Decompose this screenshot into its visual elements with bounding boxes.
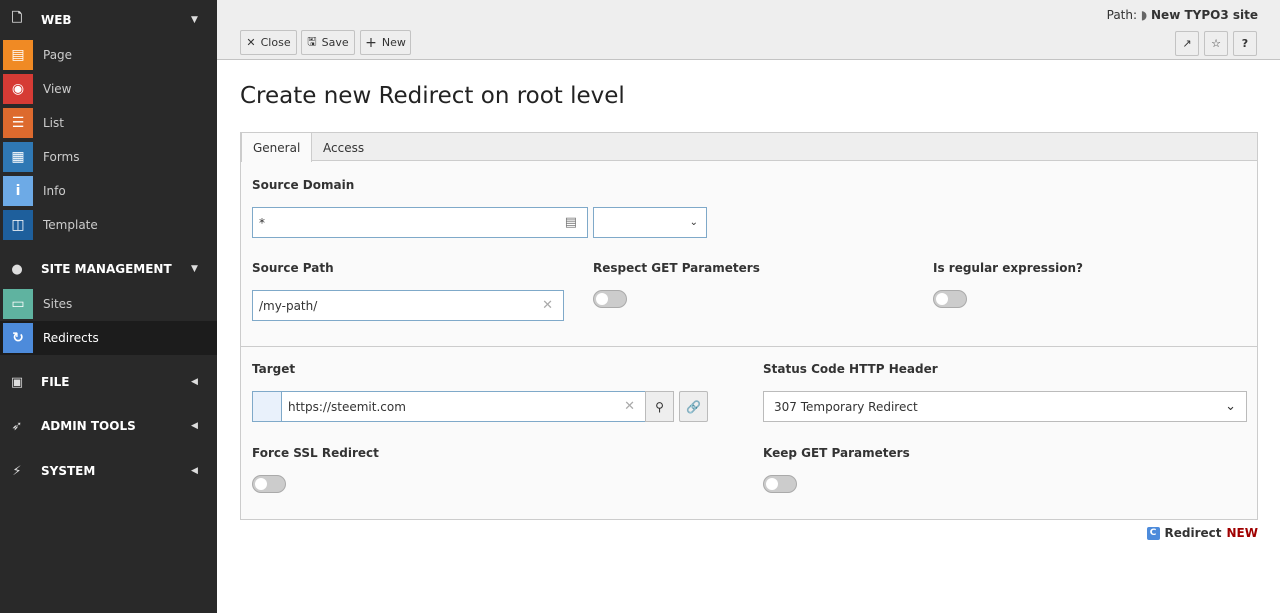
clear-icon[interactable]: ✕ xyxy=(624,399,635,414)
docheader: Path: ◗ New TYPO3 site ✕ Close 🖫 Save + New… xyxy=(217,0,1280,60)
group-system[interactable]: ⚡ SYSTEM ◀ xyxy=(0,454,217,488)
regex-label: Is regular expression? xyxy=(933,261,1083,275)
close-button[interactable]: ✕ Close xyxy=(240,30,297,55)
force-ssl-label: Force SSL Redirect xyxy=(252,446,379,460)
caret-down-icon: ▼ xyxy=(191,15,198,25)
bookmark-button[interactable]: ☆ xyxy=(1204,31,1228,56)
sidebar-item-redirects[interactable]: ↻ Redirects xyxy=(0,321,217,355)
explain-link-button[interactable]: ⚲ xyxy=(645,391,674,422)
regex-toggle[interactable] xyxy=(933,290,967,308)
group-admin-tools[interactable]: ➶ ADMIN TOOLS ◀ xyxy=(0,409,217,443)
tab-bar: General Access xyxy=(241,133,1257,162)
value-picker-icon[interactable]: ▤ xyxy=(565,215,577,230)
respect-get-label: Respect GET Parameters xyxy=(593,261,760,275)
open-new-window-button[interactable]: ↗ xyxy=(1175,31,1199,56)
source-path-label: Source Path xyxy=(252,261,334,275)
link-browser-button[interactable]: 🔗 xyxy=(679,391,708,422)
rocket-icon: ➶ xyxy=(11,418,23,434)
chevron-down-icon: ⌄ xyxy=(1225,399,1236,414)
status-code-label: Status Code HTTP Header xyxy=(763,362,938,376)
source-domain-input[interactable]: * ▤ xyxy=(252,207,588,238)
list-icon: ☰ xyxy=(3,108,33,138)
record-info: C Redirect NEW xyxy=(1146,526,1258,540)
typo3-logo-icon: ◗ xyxy=(1140,8,1148,22)
tab-access[interactable]: Access xyxy=(312,133,375,162)
sidebar-item-forms[interactable]: ▦ Forms xyxy=(0,140,217,174)
sidebar-item-list[interactable]: ☰ List xyxy=(0,106,217,140)
sidebar-item-info[interactable]: i Info xyxy=(0,174,217,208)
module-menu: 🗋 WEB ▼ ▤ Page ◉ View ☰ List ▦ Forms i Info ◫ Te… xyxy=(0,0,217,613)
link-type-indicator xyxy=(252,391,282,422)
group-site-management[interactable]: ● SITE MANAGEMENT ▼ xyxy=(0,252,217,286)
sidebar-item-view[interactable]: ◉ View xyxy=(0,72,217,106)
eye-icon: ◉ xyxy=(3,74,33,104)
section-divider xyxy=(241,346,1257,347)
target-label: Target xyxy=(252,362,296,376)
sites-icon: ▭ xyxy=(3,289,33,319)
save-icon: 🖫 xyxy=(307,35,317,48)
link-explain-icon: ⚲ xyxy=(655,399,664,414)
clear-icon[interactable]: ✕ xyxy=(542,298,553,313)
help-button[interactable]: ? xyxy=(1233,31,1257,56)
new-badge: NEW xyxy=(1226,526,1258,540)
page-title: Create new Redirect on root level xyxy=(240,83,625,109)
record-form: General Access Source Domain * ▤ ⌄ Source… xyxy=(240,132,1258,520)
target-input[interactable]: https://steemit.com ✕ xyxy=(281,391,646,422)
help-icon: ? xyxy=(1241,37,1249,50)
image-icon: ▣ xyxy=(10,374,24,390)
sidebar-item-page[interactable]: ▤ Page xyxy=(0,38,217,72)
source-path-input[interactable]: /my-path/✕ xyxy=(252,290,564,321)
redirect-icon: ↻ xyxy=(3,323,33,353)
plus-icon: + xyxy=(365,34,377,51)
new-button[interactable]: + New xyxy=(360,30,411,55)
caret-down-icon: ▼ xyxy=(191,264,198,274)
chevron-down-icon: ⌄ xyxy=(689,217,698,228)
info-icon: i xyxy=(3,176,33,206)
file-icon: 🗋 xyxy=(11,11,23,26)
tab-general[interactable]: General xyxy=(241,133,313,162)
redirect-icon: C xyxy=(1146,526,1160,540)
caret-left-icon: ◀ xyxy=(191,421,198,431)
link-icon: 🔗 xyxy=(686,399,701,414)
breadcrumb: Path: ◗ New TYPO3 site xyxy=(1106,8,1258,22)
keep-get-label: Keep GET Parameters xyxy=(763,446,910,460)
page-icon: ▤ xyxy=(3,40,33,70)
sidebar-item-sites[interactable]: ▭ Sites xyxy=(0,287,217,321)
sidebar-item-template[interactable]: ◫ Template xyxy=(0,208,217,242)
source-domain-select[interactable]: ⌄ xyxy=(593,207,707,238)
source-domain-label: Source Domain xyxy=(252,178,355,192)
status-code-select[interactable]: 307 Temporary Redirect ⌄ xyxy=(763,391,1247,422)
caret-left-icon: ◀ xyxy=(191,377,198,387)
respect-get-toggle[interactable] xyxy=(593,290,627,308)
keep-get-toggle[interactable] xyxy=(763,475,797,493)
globe-icon: ● xyxy=(11,261,23,277)
star-icon: ☆ xyxy=(1211,37,1221,50)
force-ssl-toggle[interactable] xyxy=(252,475,286,493)
plug-icon: ⚡ xyxy=(12,463,22,479)
caret-left-icon: ◀ xyxy=(191,466,198,476)
close-icon: ✕ xyxy=(246,36,256,49)
forms-icon: ▦ xyxy=(3,142,33,172)
group-web[interactable]: 🗋 WEB ▼ xyxy=(0,3,217,37)
save-button[interactable]: 🖫 Save xyxy=(301,30,355,55)
external-link-icon: ↗ xyxy=(1182,37,1192,50)
group-file[interactable]: ▣ FILE ◀ xyxy=(0,365,217,399)
template-icon: ◫ xyxy=(3,210,33,240)
